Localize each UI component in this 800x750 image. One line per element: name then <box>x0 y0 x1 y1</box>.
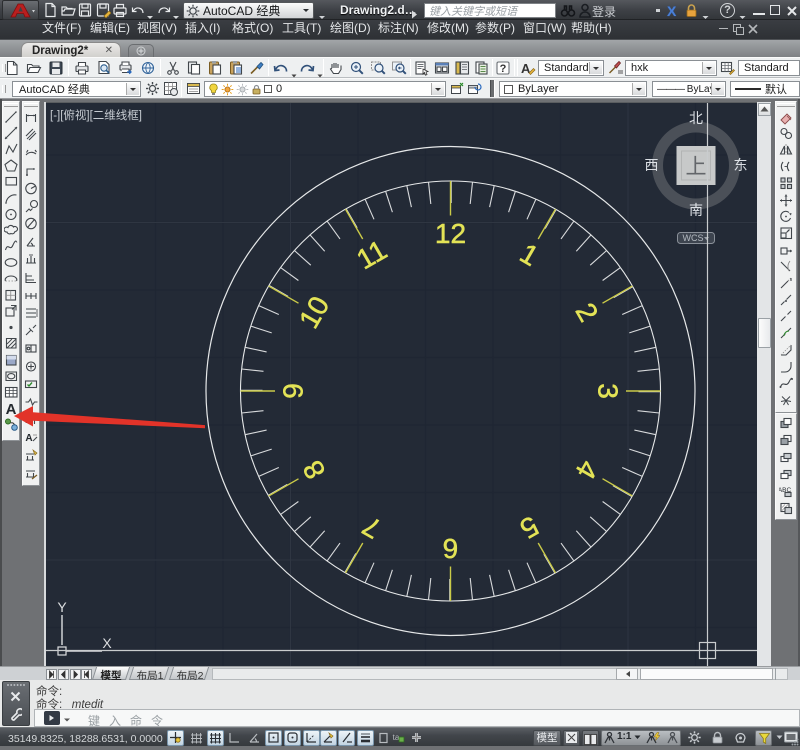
svg-text:北: 北 <box>689 110 703 126</box>
svg-text:[-][俯视][二维线框]: [-][俯视][二维线框] <box>50 108 142 122</box>
svg-text:9: 9 <box>278 383 309 399</box>
svg-text:上: 上 <box>686 156 707 179</box>
svg-text:西: 西 <box>645 157 659 173</box>
svg-text:12: 12 <box>435 218 466 249</box>
svg-text:WCS: WCS <box>683 233 704 243</box>
svg-text:Y: Y <box>57 599 67 615</box>
svg-text:南: 南 <box>689 202 703 218</box>
svg-text:?: ? <box>500 63 507 75</box>
svg-text:X: X <box>102 635 112 651</box>
svg-text:东: 东 <box>734 157 748 173</box>
svg-text:6: 6 <box>443 533 459 564</box>
svg-text:3: 3 <box>593 383 624 399</box>
